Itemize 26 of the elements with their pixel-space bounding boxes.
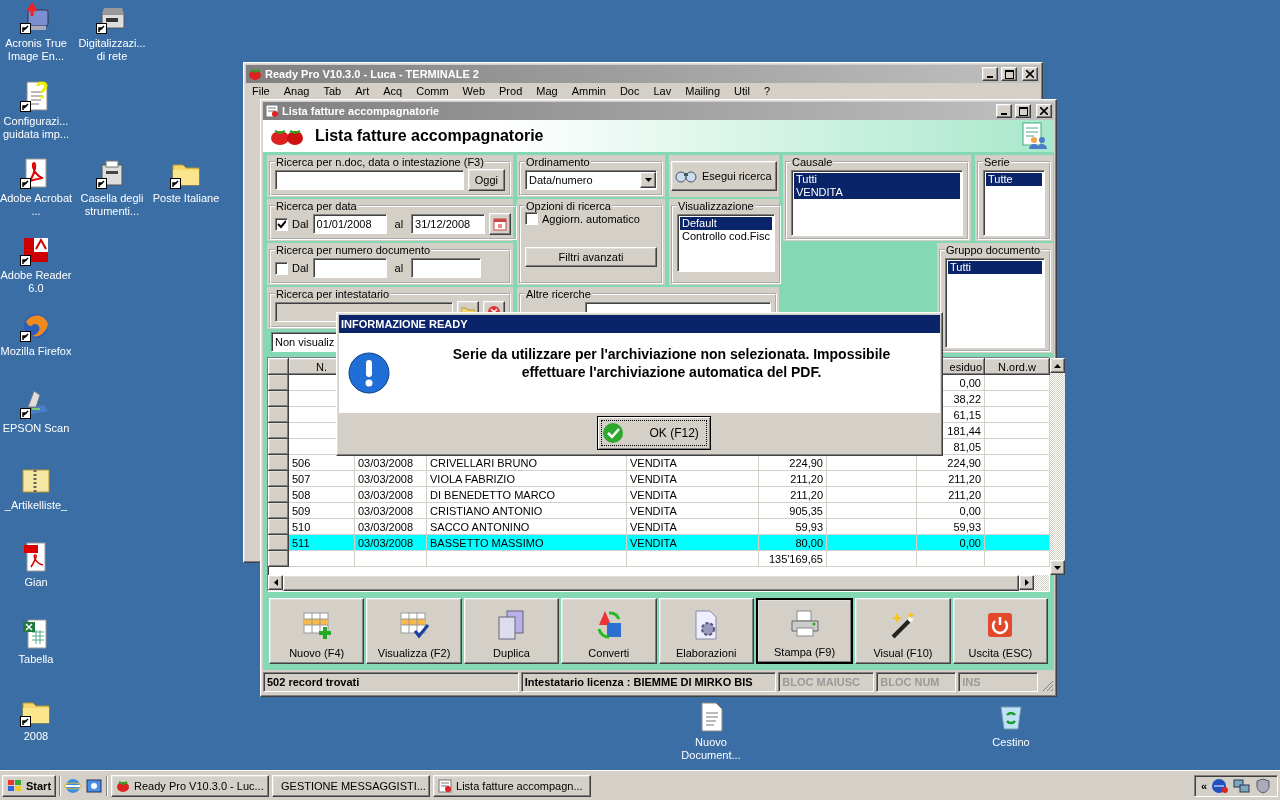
group-label: Altre ricerche — [525, 288, 592, 300]
status-pane: Intestatario licenza : BIEMME DI MIRKO BIS — [520, 672, 777, 692]
field-label: al — [394, 218, 404, 230]
window-title: Ready Pro V10.3.0 - Luca - TERMINALE 2 — [265, 68, 480, 80]
window-title: Lista fatture accompagnatorie — [282, 105, 441, 117]
checkbox-label: Aggiorn. automatico — [542, 212, 640, 225]
group-label: Gruppo documento — [945, 244, 1042, 256]
field-label: al — [394, 262, 404, 274]
group-label: Ricerca per intestatario — [275, 288, 391, 300]
dialog-message: Serie da utilizzare per l'archiviazione non selezionata. Impossibile effettuare l'archiviazione automatica del PDF. — [451, 345, 892, 381]
status-pane: 502 record trovati — [263, 672, 519, 692]
group-label: Serie — [983, 156, 1011, 168]
group-label: Ricerca per numero documento — [275, 244, 432, 256]
checkbox-label: Dal — [292, 218, 309, 230]
page-heading: Lista fatture accompagnatorie — [315, 127, 545, 145]
status-pane: INS — [958, 672, 1039, 692]
group-label: Ricerca per data — [275, 200, 358, 212]
dialog-title: INFORMAZIONE READY — [341, 318, 469, 330]
group-label: Causale — [791, 156, 834, 168]
status-pane: BLOC MAIUSC — [778, 672, 875, 692]
group-label: Opzioni di ricerca — [525, 200, 612, 212]
status-pane: BLOC NUM — [876, 672, 957, 692]
group-label: Visualizzazione — [677, 200, 755, 212]
group-label: Ordinamento — [525, 156, 591, 168]
group-label: Ricerca per n.doc, data o intestazione (F3) — [275, 156, 485, 168]
checkbox-label: Dal — [292, 262, 309, 274]
